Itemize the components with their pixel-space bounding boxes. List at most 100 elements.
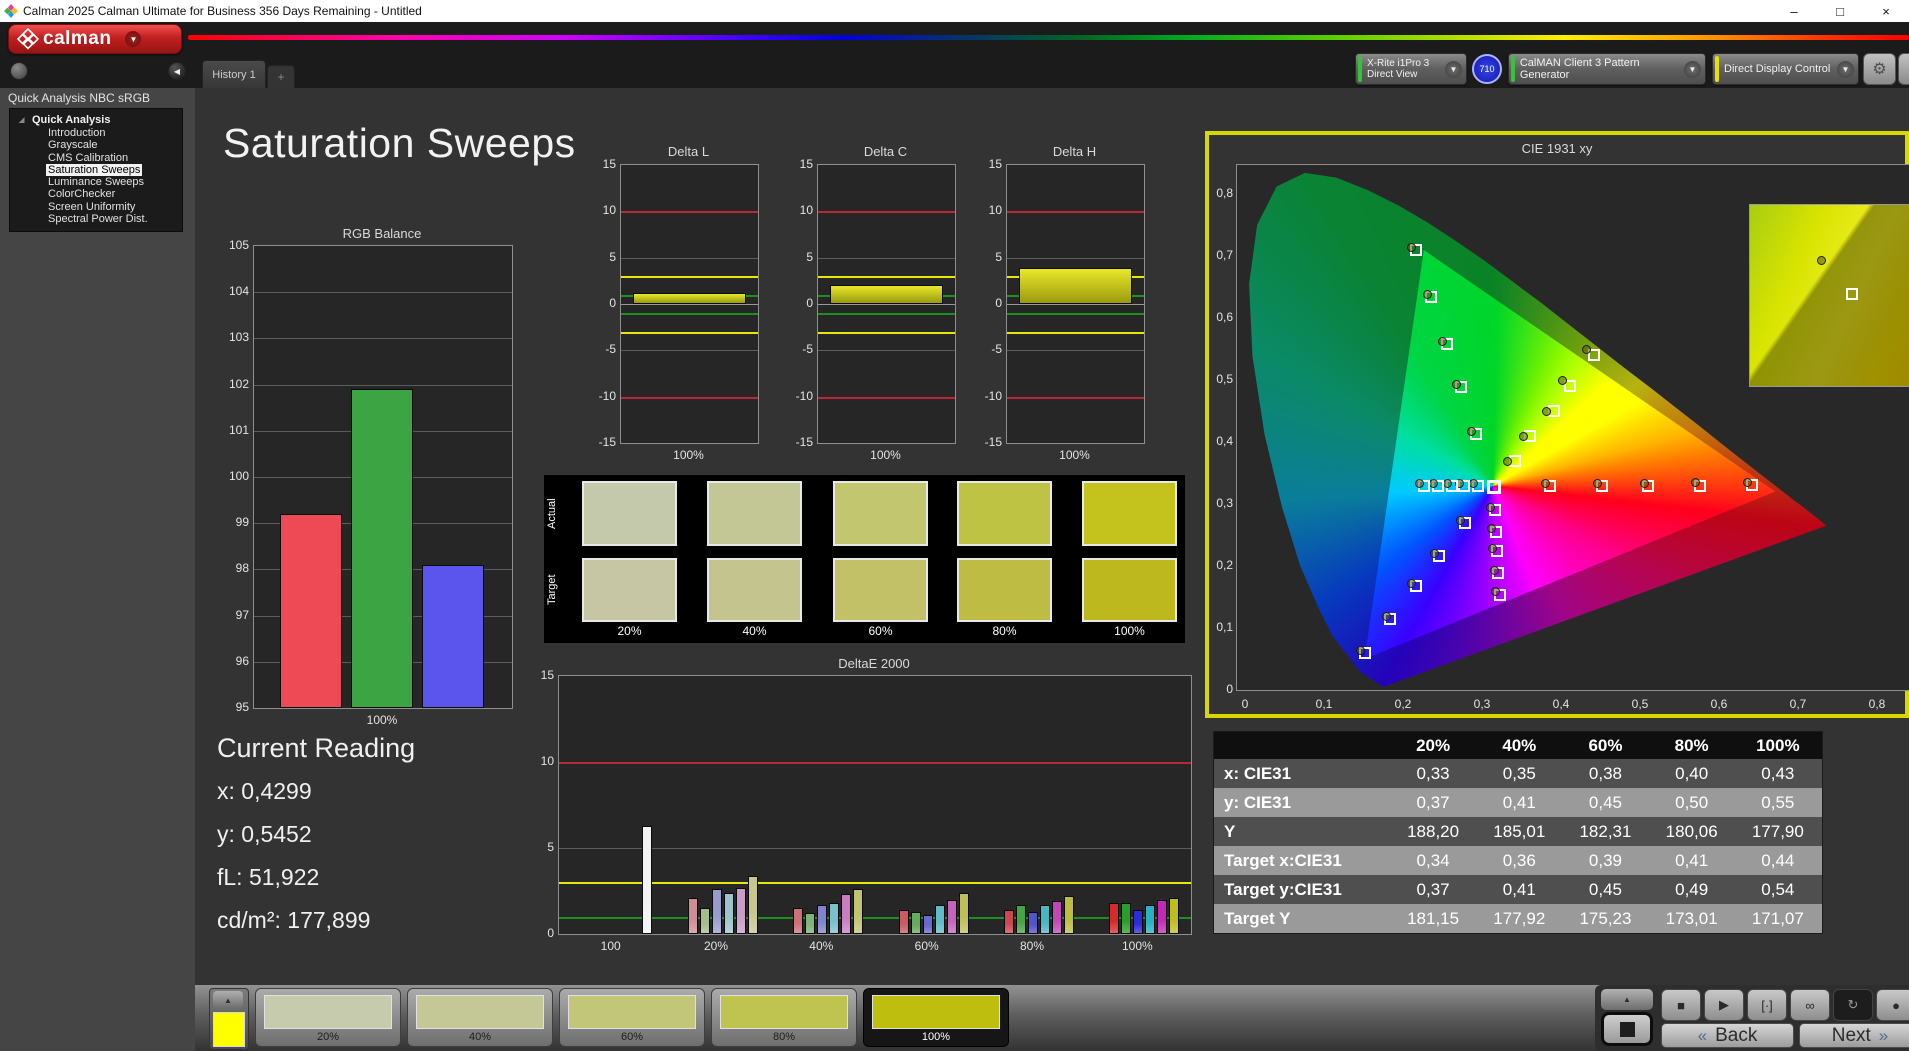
restore-button[interactable]: □: [1817, 0, 1863, 22]
close-button[interactable]: ×: [1863, 0, 1909, 22]
sidebar-item-grayscale[interactable]: Grayscale: [10, 139, 182, 151]
pattern-level-60%[interactable]: 60%: [559, 988, 705, 1047]
table-cell: 0,44: [1761, 850, 1795, 870]
transport-popup-button[interactable]: ▲: [1601, 989, 1653, 1010]
deltae-bar: [898, 909, 909, 934]
sidebar-item-label[interactable]: Spectral Power Dist.: [46, 213, 150, 225]
stop-button[interactable]: ■: [1661, 989, 1701, 1021]
delta-chart-title: Delta C: [863, 144, 908, 159]
pattern-level-label: 80%: [772, 1031, 796, 1043]
gridline: [1007, 350, 1144, 352]
sidebar-item-saturation-sweeps[interactable]: Saturation Sweeps: [10, 163, 182, 176]
y-axis-tick: 5: [806, 249, 813, 264]
table-cell: 0,37: [1416, 879, 1450, 899]
cie-white-point: [1487, 480, 1502, 495]
delta-chart-title: Delta H: [1052, 144, 1097, 159]
panel-collapse-icon[interactable]: [1898, 53, 1909, 85]
sidebar-item-label[interactable]: Saturation Sweeps: [46, 163, 143, 176]
gear-icon[interactable]: ⚙: [1863, 53, 1896, 85]
sidebar-item-label[interactable]: Luminance Sweeps: [46, 176, 146, 188]
pattern-level-20%[interactable]: 20%: [255, 988, 401, 1047]
sidebar-item-label[interactable]: CMS Calibration: [46, 152, 130, 164]
minimize-button[interactable]: –: [1771, 0, 1817, 22]
x-axis-tick: 0,1: [1315, 697, 1333, 711]
deltae-bar: [1040, 904, 1050, 934]
stop-button-large[interactable]: [1601, 1012, 1653, 1046]
add-tab-button[interactable]: +: [267, 65, 295, 88]
y-axis-tick: 0,2: [1216, 558, 1233, 572]
calman-menu-button[interactable]: calman ▼: [8, 24, 182, 54]
next-button[interactable]: Next »: [1799, 1023, 1909, 1048]
cie-measured-point: [1428, 478, 1438, 488]
deltae-bar: [642, 825, 653, 934]
table-cell: 177,92: [1493, 908, 1546, 928]
pattern-level-80%[interactable]: 80%: [711, 988, 857, 1047]
inset-target-point: [1846, 288, 1859, 301]
sidebar-item-spectral-power-dist-[interactable]: Spectral Power Dist.: [10, 213, 182, 225]
table-cell: 180,06: [1665, 821, 1718, 841]
delta-bar: [830, 284, 943, 304]
table-row-label: x: CIE31: [1224, 763, 1292, 783]
meter-status-bar: [1358, 56, 1362, 82]
meter-id-badge[interactable]: 710: [1472, 54, 1502, 84]
pattern-generator-dropdown[interactable]: CalMAN Client 3 Pattern Generator ▼: [1508, 53, 1706, 85]
current-reading-title: Current Reading: [217, 733, 416, 763]
pattern-level-40%[interactable]: 40%: [407, 988, 553, 1047]
loop-button[interactable]: ↻: [1833, 989, 1873, 1021]
sidebar-item-label[interactable]: ColorChecker: [46, 188, 117, 200]
sidebar-item-introduction[interactable]: Introduction: [10, 127, 182, 139]
pattern-popup-button[interactable]: ▲: [213, 991, 243, 1009]
table-row: y: CIE31 0,37 0,41 0,45 0,50 0,55: [1214, 788, 1822, 817]
sidebar-item-cms-calibration[interactable]: CMS Calibration: [10, 152, 182, 164]
sidebar-item-screen-uniformity[interactable]: Screen Uniformity: [10, 201, 182, 213]
gridline: [254, 384, 512, 386]
inset-measured-point: [1816, 255, 1826, 265]
sidebar-item-label[interactable]: Screen Uniformity: [46, 201, 137, 213]
deltae-bar: [1121, 903, 1132, 934]
pattern-level-label: 100%: [921, 1031, 951, 1043]
tree-root-quick-analysis[interactable]: ◢ Quick Analysis: [10, 113, 182, 127]
tree-expander-icon[interactable]: ◢: [19, 116, 24, 124]
table-cell: 0,40: [1675, 763, 1709, 783]
swatch-target-100%: [1082, 558, 1177, 622]
tab-history-1[interactable]: History 1: [202, 60, 266, 88]
y-axis-tick: 100: [228, 469, 249, 483]
sidebar-item-label[interactable]: Introduction: [46, 127, 107, 139]
y-axis-tick: -10: [984, 388, 1002, 403]
meter-name: X-Rite i1Pro 3: [1367, 58, 1430, 69]
cie-measured-point: [1639, 478, 1649, 488]
y-axis-tick: 0,1: [1216, 620, 1233, 634]
table-row: Target y:CIE31 0,37 0,41 0,45 0,49 0,54: [1214, 875, 1822, 904]
reference-line: [621, 313, 758, 316]
delta-chart-title: Delta L: [667, 144, 710, 159]
sidebar-item-colorchecker[interactable]: ColorChecker: [10, 188, 182, 200]
y-axis-tick: 0,4: [1216, 434, 1233, 448]
pattern-level-100%[interactable]: 100%: [863, 988, 1009, 1047]
record-button[interactable]: ●: [1876, 989, 1909, 1021]
continuous-button[interactable]: ∞: [1790, 989, 1830, 1021]
swatch-target-80%: [957, 558, 1052, 622]
sidebar-item-luminance-sweeps[interactable]: Luminance Sweeps: [10, 176, 182, 188]
x-axis-tick: 0,3: [1473, 697, 1491, 711]
play-button[interactable]: ▶: [1704, 989, 1744, 1021]
deltae-bar: [841, 894, 852, 934]
deltae-title: DeltaE 2000: [838, 656, 910, 671]
y-axis-tick: 0: [547, 926, 554, 940]
sidebar-item-label[interactable]: Grayscale: [46, 139, 100, 151]
workflow-options-button[interactable]: [10, 62, 28, 80]
table-column-header: 20%: [1416, 735, 1451, 755]
chevron-down-icon: ▼: [1445, 60, 1462, 78]
current-pattern-swatch: [213, 1012, 245, 1047]
swatch-target-60%: [833, 558, 928, 622]
meter-dropdown[interactable]: X-Rite i1Pro 3 Direct View ▼: [1355, 53, 1467, 85]
delta-bar: [633, 292, 746, 304]
step-button[interactable]: [·]: [1747, 989, 1787, 1021]
y-axis-tick: -15: [598, 435, 616, 449]
table-row: Target x:CIE31 0,34 0,36 0,39 0,41 0,44: [1214, 846, 1822, 875]
back-button[interactable]: « Back: [1661, 1023, 1794, 1048]
display-control-dropdown[interactable]: Direct Display Control ▼: [1712, 53, 1859, 85]
sidebar-collapse-button[interactable]: ◀: [168, 62, 186, 80]
swatch-compare-panel: Actual Target 20% 40% 60% 80% 100%: [544, 475, 1185, 643]
swatch-column-label: 80%: [992, 624, 1017, 638]
generator-status-bar: [1511, 56, 1515, 82]
